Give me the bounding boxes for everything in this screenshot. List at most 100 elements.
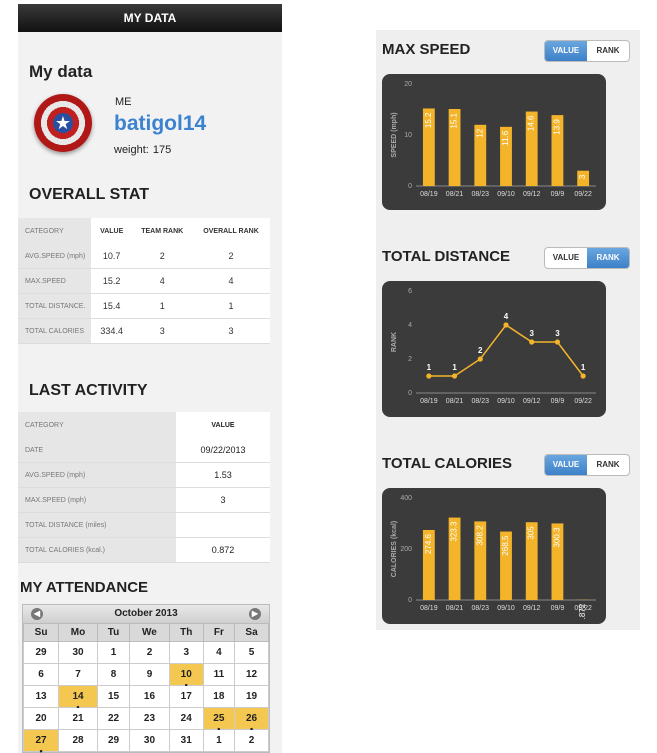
value-toggle-button[interactable]: VALUE <box>545 455 587 475</box>
calendar-day[interactable]: 27 <box>22 729 60 753</box>
calendar-day[interactable]: 28 <box>58 729 98 752</box>
max-speed-svg: SPEED (mph) 0 10 20 08/19 08/21 08/23 09/10 09/1… <box>391 81 596 198</box>
y-tick-label: 200 <box>400 546 412 553</box>
calendar-day[interactable]: 8 <box>96 663 131 686</box>
last-activity-table: CATEGORY VALUE DATE 09/22/2013 AVG.SPEED (… <box>18 412 270 563</box>
overall-stat-table: CATEGORY VALUE TEAM RANK OVERALL RANK AV… <box>18 218 270 344</box>
calendar-day[interactable]: 9 <box>129 663 170 686</box>
calendar-day[interactable]: 16 <box>129 685 170 708</box>
calendar-day[interactable]: 14 <box>58 685 98 713</box>
column-header: CATEGORY <box>18 218 91 244</box>
max-speed-toggle: VALUE RANK <box>544 40 630 62</box>
my-data-panel: MY DATA My data ★ ME batigol14 weight: 17… <box>18 4 282 753</box>
column-header: VALUE <box>91 218 133 244</box>
overall-stat-title: OVERALL STAT <box>29 186 149 203</box>
next-month-icon[interactable]: ▶ <box>249 608 261 620</box>
calendar-day[interactable]: 25 <box>202 707 236 735</box>
point-value-label: 2 <box>478 346 483 355</box>
x-tick-label: 09/22 <box>574 398 592 405</box>
calendar-day[interactable]: 2 <box>129 641 170 664</box>
table-row: MAX.SPEED 15.2 4 4 <box>18 268 270 294</box>
bar-value-label: 323.3 <box>450 521 459 542</box>
row-overall-rank: 3 <box>192 318 270 344</box>
weekday-header: Mo <box>58 623 98 642</box>
max-speed-chart: SPEED (mph) 0 10 20 08/19 08/21 08/23 09/10 09/1… <box>382 74 606 210</box>
calendar-day[interactable]: 1 <box>96 641 131 664</box>
calendar-day[interactable]: 23 <box>129 707 170 730</box>
calendar-day[interactable]: 1 <box>202 729 236 752</box>
calendar-day[interactable]: 20 <box>22 707 60 730</box>
y-tick-label: 2 <box>408 356 412 363</box>
calendar-day[interactable]: 15 <box>96 685 131 708</box>
calendar-day[interactable]: 7 <box>58 663 98 686</box>
total-distance-title: TOTAL DISTANCE <box>382 248 511 265</box>
line-point <box>554 339 561 345</box>
bar-value-label: 15.2 <box>424 112 433 128</box>
calendar-day[interactable]: 22 <box>96 707 131 730</box>
table-row: TOTAL CALORIES (kcal.) 0.872 <box>18 537 270 563</box>
weekday-header: Tu <box>96 623 131 642</box>
calendar-day[interactable]: 24 <box>168 707 204 730</box>
calendar-day[interactable]: 13 <box>22 685 60 708</box>
row-value: 1.53 <box>176 462 270 488</box>
bar-value-label: 308.2 <box>475 525 484 546</box>
calendar-day[interactable]: 30 <box>129 729 170 752</box>
calendar-day[interactable]: 11 <box>202 663 236 686</box>
my-data-heading: My data <box>29 62 93 81</box>
x-tick-label: 08/21 <box>446 605 464 612</box>
rank-toggle-button[interactable]: RANK <box>587 248 629 268</box>
calendar-day[interactable]: 4 <box>202 641 236 664</box>
y-tick-label: 10 <box>404 132 412 139</box>
weekday-header: Th <box>168 623 204 642</box>
calendar-day[interactable]: 3 <box>168 641 204 664</box>
calendar-day[interactable]: 5 <box>234 641 269 664</box>
calendar-day[interactable]: 10 <box>168 663 204 691</box>
total-distance-svg: RANK 0 2 4 6 08/19 08/21 08/23 09/10 09/12 09/9 09/… <box>391 288 596 405</box>
calendar-day[interactable]: 21 <box>58 707 98 730</box>
column-header: OVERALL RANK <box>192 218 270 244</box>
bar-value-label: 13.9 <box>552 119 561 135</box>
calendar-day[interactable]: 26 <box>234 707 269 735</box>
weekday-header: Sa <box>234 623 269 642</box>
total-calories-title: TOTAL CALORIES <box>382 455 513 472</box>
calendar-day[interactable]: 18 <box>202 685 236 708</box>
bar-value-label: 305 <box>527 526 536 540</box>
calendar-day[interactable]: 6 <box>22 663 60 686</box>
x-tick-label: 09/9 <box>551 398 565 405</box>
column-header: VALUE <box>176 412 270 438</box>
calendar-day[interactable]: 2 <box>234 729 269 752</box>
calendar-day[interactable]: 30 <box>58 641 98 664</box>
total-calories-svg: CALORIES (kcal) 0 200 400 08/19 08/21 08/23 09/… <box>391 495 596 619</box>
column-header: CATEGORY <box>18 412 176 438</box>
row-category: MAX.SPEED <box>18 268 91 294</box>
calendar-week: 29 30 1 2 3 4 5 <box>22 641 269 664</box>
total-distance-toggle: VALUE RANK <box>544 247 630 269</box>
x-tick-label: 08/19 <box>420 398 438 405</box>
y-axis-label: SPEED (mph) <box>391 112 398 157</box>
calendar-day[interactable]: 17 <box>168 685 204 708</box>
point-value-label: 3 <box>555 329 560 338</box>
attendance-title: MY ATTENDANCE <box>20 579 149 596</box>
calendar-day[interactable]: 12 <box>234 663 269 686</box>
point-value-label: 1 <box>452 363 457 372</box>
table-row: AVG.SPEED (mph) 1.53 <box>18 462 270 488</box>
prev-month-icon[interactable]: ◀ <box>31 608 43 620</box>
rank-toggle-button[interactable]: RANK <box>587 455 629 475</box>
rank-toggle-button[interactable]: RANK <box>587 41 629 61</box>
calendar-day[interactable]: 19 <box>234 685 269 708</box>
row-overall-rank: 1 <box>192 293 270 319</box>
calendar-header: ◀ October 2013 ▶ <box>23 605 269 623</box>
avatar[interactable]: ★ <box>34 94 92 152</box>
x-tick-label: 09/12 <box>523 191 541 198</box>
value-toggle-button[interactable]: VALUE <box>545 248 587 268</box>
row-value: 09/22/2013 <box>176 438 270 463</box>
calendar-day[interactable]: 29 <box>96 729 131 752</box>
username: batigol14 <box>114 112 207 135</box>
y-axis-label: RANK <box>391 332 398 352</box>
calendar-day[interactable]: 29 <box>22 641 60 664</box>
calendar-day[interactable]: 31 <box>168 729 204 752</box>
point-value-label: 1 <box>427 363 432 372</box>
row-team-rank: 3 <box>132 318 193 344</box>
row-value: 334.4 <box>91 318 133 344</box>
value-toggle-button[interactable]: VALUE <box>545 41 587 61</box>
